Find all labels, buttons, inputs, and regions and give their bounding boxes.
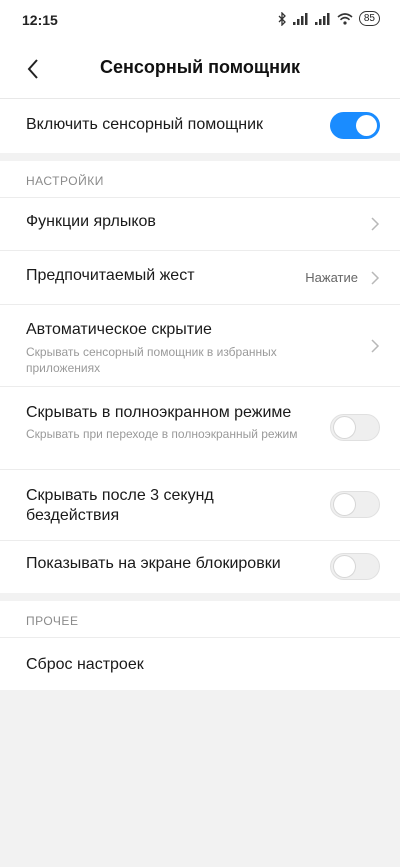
section-title-settings: НАСТРОЙКИ — [0, 161, 400, 197]
toggle-knob — [334, 556, 355, 577]
divider-gap — [0, 153, 400, 161]
lockscreen-label: Показывать на экране блокировки — [26, 555, 281, 572]
chevron-right-icon — [371, 217, 380, 231]
wifi-icon — [337, 12, 353, 25]
settings-section: НАСТРОЙКИ Функции ярлыков Предпочитаемый… — [0, 161, 400, 593]
gesture-item[interactable]: Предпочитаемый жест Нажатие — [0, 250, 400, 304]
fullscreen-toggle[interactable] — [330, 414, 380, 441]
autohide-label: Автоматическое скрытие — [26, 321, 212, 338]
autohide-item[interactable]: Автоматическое скрытие Скрывать сенсорны… — [0, 304, 400, 386]
battery-icon: 85 — [358, 11, 380, 26]
lockscreen-toggle[interactable] — [330, 553, 380, 580]
chevron-right-icon — [371, 339, 380, 353]
reset-label: Сброс настроек — [26, 656, 144, 673]
lockscreen-item[interactable]: Показывать на экране блокировки — [0, 540, 400, 593]
section-title-other-text: ПРОЧЕЕ — [26, 614, 79, 628]
master-toggle-label: Включить сенсорный помощник — [26, 116, 264, 133]
page-title: Сенсорный помощник — [99, 57, 301, 77]
status-icons: 85 — [278, 11, 380, 26]
master-toggle-row[interactable]: Включить сенсорный помощник — [0, 99, 400, 153]
status-bar: 12:15 85 — [0, 0, 400, 40]
shortcuts-item[interactable]: Функции ярлыков — [0, 197, 400, 250]
shortcuts-label: Функции ярлыков — [26, 213, 156, 230]
status-time: 12:15 — [22, 12, 58, 28]
reset-item[interactable]: Сброс настроек — [0, 637, 400, 690]
divider-gap — [0, 593, 400, 601]
toggle-knob — [356, 115, 377, 136]
idle-item[interactable]: Скрывать после 3 секунд бездействия — [0, 469, 400, 540]
fullscreen-label: Скрывать в полноэкранном режиме — [26, 404, 292, 421]
idle-label: Скрывать после 3 секунд бездействия — [26, 487, 214, 524]
idle-toggle[interactable] — [330, 491, 380, 518]
master-toggle-switch[interactable] — [330, 112, 380, 139]
other-section: ПРОЧЕЕ Сброс настроек — [0, 601, 400, 690]
signal-icon — [314, 12, 330, 25]
signal-icon — [292, 12, 308, 25]
gesture-value: Нажатие — [305, 270, 358, 285]
fullscreen-item[interactable]: Скрывать в полноэкранном режиме Скрывать… — [0, 386, 400, 469]
chevron-right-icon — [371, 271, 380, 285]
toggle-knob — [334, 494, 355, 515]
section-title-settings-text: НАСТРОЙКИ — [26, 174, 104, 188]
section-title-other: ПРОЧЕЕ — [0, 601, 400, 637]
app-header: Сенсорный помощник — [0, 40, 400, 99]
toggle-knob — [334, 417, 355, 438]
fullscreen-subtitle: Скрывать при переходе в полноэкранный ре… — [26, 427, 298, 441]
autohide-subtitle: Скрывать сенсорный помощник в избранных … — [26, 345, 277, 375]
bluetooth-icon — [278, 11, 286, 26]
gesture-label: Предпочитаемый жест — [26, 267, 195, 284]
